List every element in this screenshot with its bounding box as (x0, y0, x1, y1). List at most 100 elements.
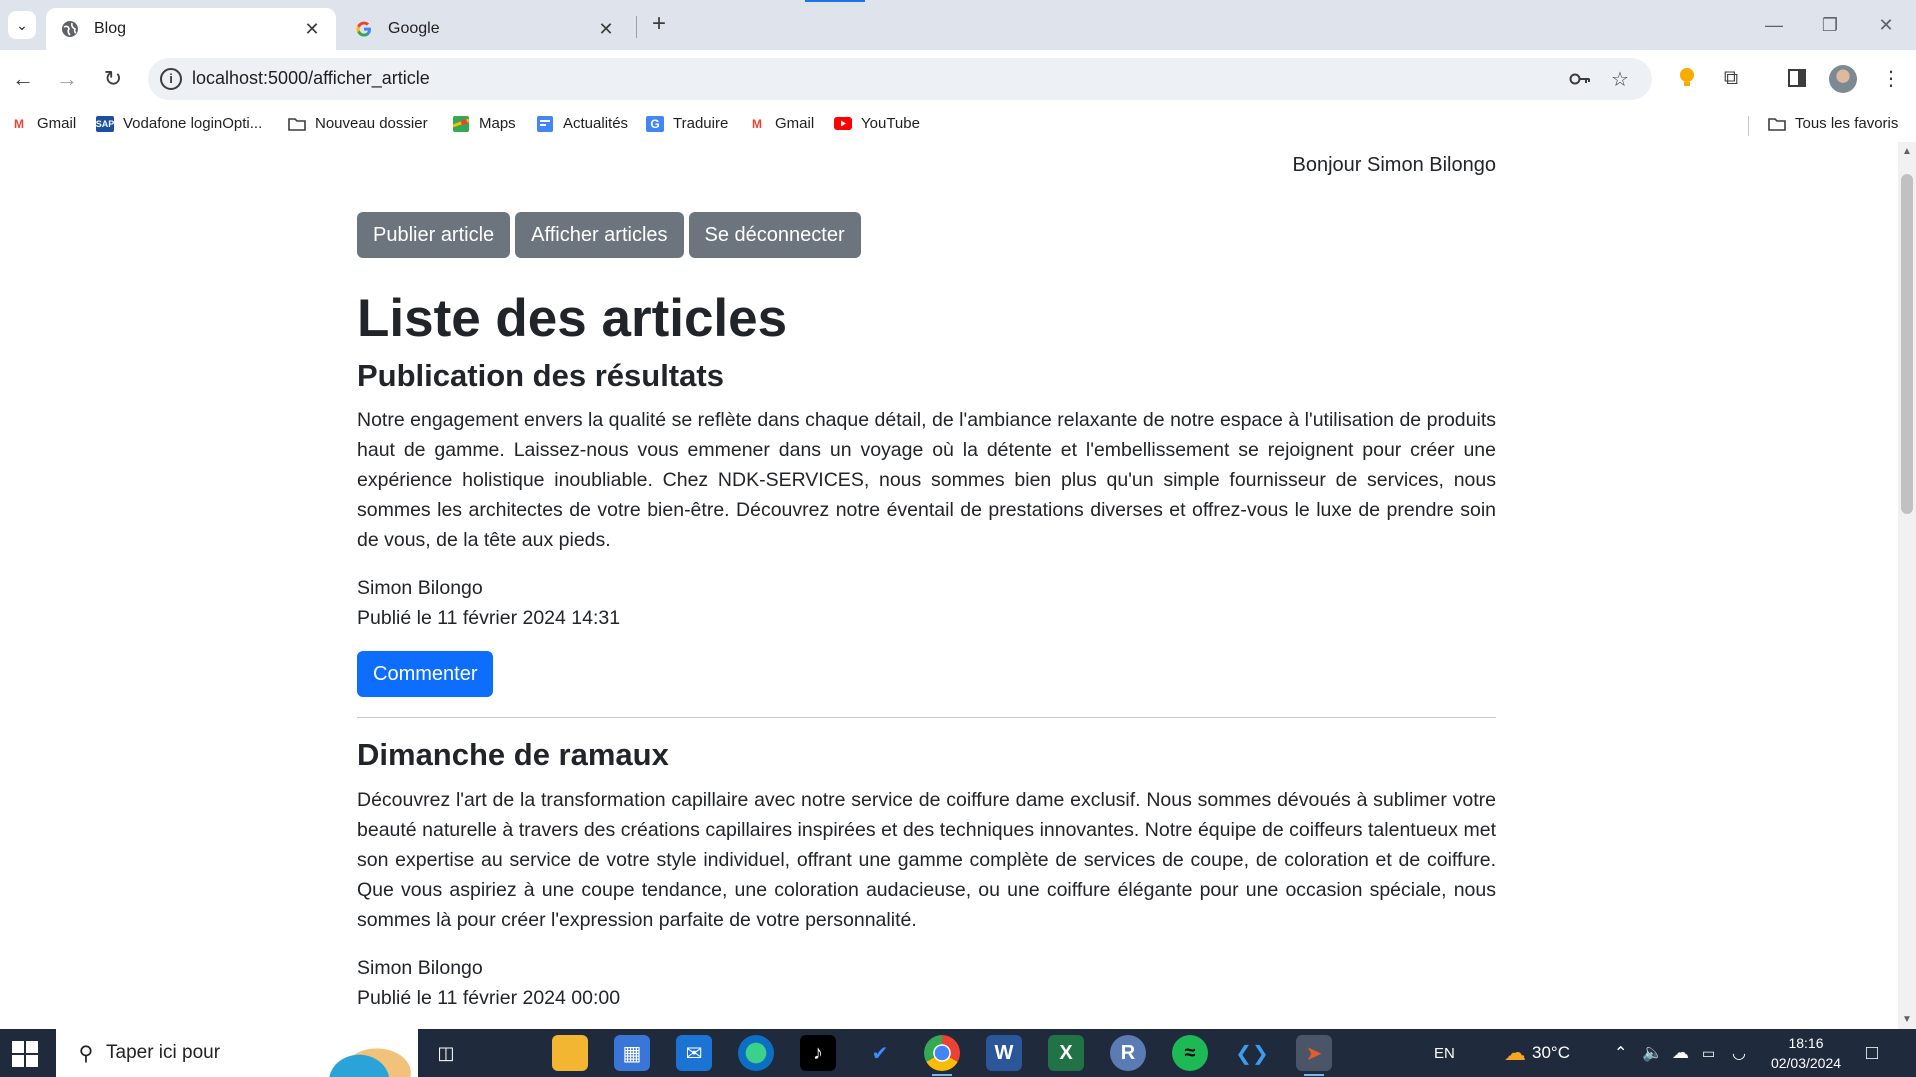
bookmark-gmail[interactable]: M Gmail (10, 115, 76, 132)
battery-icon[interactable]: ▭ (1702, 1029, 1715, 1077)
bookmark-label: Gmail (37, 115, 77, 132)
tab-search-button[interactable]: ⌄ (8, 11, 36, 39)
bookmark-label: Actualités (563, 115, 629, 132)
weather-widget[interactable]: ☁ 30°C (1504, 1029, 1570, 1077)
r-icon[interactable]: R (1110, 1035, 1146, 1071)
bookmark-traduire[interactable]: G Traduire (646, 115, 728, 132)
clock-date: 02/03/2024 (1770, 1055, 1842, 1071)
page-scrollbar[interactable]: ▲ ▼ (1898, 142, 1916, 1029)
article-date: Publié le 11 février 2024 00:00 (357, 987, 621, 1010)
bookmark-label: Nouveau dossier (315, 115, 428, 132)
tab-title: Google (388, 20, 440, 37)
article-divider (357, 717, 1496, 719)
article-author: Simon Bilongo (357, 577, 483, 600)
news-icon (536, 115, 554, 132)
minimize-icon[interactable]: — (1754, 10, 1794, 40)
url-text[interactable]: localhost:5000/afficher_article (192, 68, 430, 89)
article-date: Publié le 11 février 2024 14:31 (357, 607, 621, 630)
window-close-icon[interactable]: ✕ (1866, 10, 1906, 40)
postman-icon[interactable]: ➤ (1296, 1035, 1332, 1076)
taskbar-clock[interactable]: 18:16 02/03/2024 (1766, 1033, 1846, 1073)
page-nav: Publier article Afficher articles Se déc… (357, 212, 861, 258)
word-icon[interactable]: W (986, 1035, 1022, 1071)
browser-toolbar: ← → ↻ i localhost:5000/afficher_article … (0, 50, 1916, 108)
page-title: Liste des articles (357, 289, 788, 348)
spotify-icon[interactable]: ≈ (1172, 1035, 1208, 1071)
tiktok-icon[interactable]: ♪ (800, 1035, 836, 1071)
scroll-up-icon[interactable]: ▲ (1902, 146, 1912, 157)
store-icon[interactable]: ▦ (614, 1035, 650, 1071)
articles-container: Liste des articles Publication des résul… (357, 287, 1496, 1013)
bulb-icon[interactable] (1672, 63, 1702, 93)
volume-icon[interactable]: 🔈 (1642, 1029, 1663, 1077)
article-body: Découvrez l'art de la transformation cap… (357, 789, 1496, 932)
star-icon[interactable]: ☆ (1608, 67, 1632, 91)
onedrive-icon[interactable]: ☁ (1672, 1029, 1689, 1077)
scroll-down-icon[interactable]: ▼ (1902, 1014, 1912, 1025)
back-icon[interactable]: ← (8, 64, 38, 94)
bookmark-gmail-2[interactable]: M Gmail (748, 115, 814, 132)
vodafone-icon: SAP (96, 115, 114, 132)
weather-temp: 30°C (1532, 1043, 1570, 1062)
bookmark-all[interactable]: Tous les favoris (1768, 115, 1898, 132)
todo-icon[interactable]: ✔ (862, 1035, 898, 1071)
restore-icon[interactable]: ❐ (1810, 10, 1850, 40)
article-body: Notre engagement envers la qualité se re… (357, 409, 1496, 552)
bookmarks-bar: M Gmail SAP Vodafone loginOpti... Nouvea… (0, 108, 1916, 142)
bookmark-nouveau-dossier[interactable]: Nouveau dossier (288, 115, 428, 132)
bookmark-actualites[interactable]: Actualités (536, 115, 628, 132)
taskbar-search[interactable]: ⚲ Taper ici pour (56, 1029, 418, 1077)
taskbar: ⚲ Taper ici pour ◫ ▦ ✉ ♪ ✔ W X R ≈ ❮❯ ➤ … (0, 1029, 1916, 1077)
file-explorer-icon[interactable] (552, 1035, 588, 1071)
forward-icon[interactable]: → (52, 64, 82, 94)
article-author: Simon Bilongo (357, 957, 483, 980)
task-view-icon[interactable]: ◫ (428, 1035, 464, 1071)
excel-icon[interactable]: X (1048, 1035, 1084, 1071)
bookmark-label: Traduire (673, 115, 729, 132)
address-bar[interactable]: i localhost:5000/afficher_article ☆ (148, 58, 1652, 100)
translate-icon: G (646, 115, 664, 132)
windows-start-icon[interactable] (12, 1041, 38, 1067)
tab-title: Blog (94, 20, 127, 37)
gmail-icon: M (14, 116, 24, 131)
clock-time: 18:16 (1788, 1035, 1824, 1051)
edge-icon[interactable] (738, 1035, 774, 1071)
key-icon[interactable] (1568, 67, 1592, 91)
bookmark-label: Gmail (775, 115, 815, 132)
side-panel-icon[interactable] (1782, 63, 1812, 93)
close-icon[interactable]: ✕ (596, 19, 616, 39)
extensions-icon[interactable]: ⧉ (1716, 63, 1746, 93)
publish-article-button[interactable]: Publier article (357, 212, 511, 258)
new-tab-button[interactable]: + (646, 12, 672, 38)
tab-strip-accent (805, 0, 865, 2)
language-indicator[interactable]: EN (1434, 1029, 1455, 1077)
wifi-icon[interactable]: ◡ (1732, 1029, 1746, 1077)
tray-chevron-icon[interactable]: ⌃ (1614, 1029, 1627, 1077)
page-viewport: Bonjour Simon Bilongo Publier article Af… (0, 142, 1898, 1029)
comment-button[interactable]: Commenter (357, 651, 494, 698)
tab-blog[interactable]: Blog ✕ (46, 8, 336, 50)
bookmarks-separator (1748, 116, 1749, 136)
mail-icon[interactable]: ✉ (676, 1035, 712, 1071)
notification-icon[interactable]: □ (1866, 1029, 1878, 1077)
taskbar-search-text[interactable]: Taper ici pour (106, 1042, 220, 1064)
menu-icon[interactable]: ⋮ (1876, 63, 1906, 93)
vscode-icon[interactable]: ❮❯ (1234, 1035, 1270, 1071)
bookmark-vodafone[interactable]: SAP Vodafone loginOpti... (96, 115, 263, 132)
chrome-icon[interactable] (924, 1035, 960, 1076)
scrollbar-thumb[interactable] (1901, 174, 1913, 514)
show-articles-button[interactable]: Afficher articles (515, 212, 684, 258)
bookmark-youtube[interactable]: YouTube (834, 115, 920, 132)
tab-google[interactable]: Google ✕ (340, 8, 630, 50)
logout-button[interactable]: Se déconnecter (688, 212, 861, 258)
bookmark-label: Tous les favoris (1795, 115, 1899, 132)
tab-strip: ⌄ Blog ✕ Google ✕ + — ❐ ✕ (0, 0, 1916, 50)
maps-icon (452, 115, 470, 132)
site-info-icon[interactable]: i (160, 68, 182, 90)
reload-icon[interactable]: ↻ (98, 64, 128, 94)
folder-icon (1768, 116, 1786, 132)
avatar[interactable] (1829, 65, 1857, 93)
close-icon[interactable]: ✕ (302, 19, 322, 39)
bookmark-maps[interactable]: Maps (452, 115, 516, 132)
article-title: Publication des résultats (357, 357, 724, 393)
